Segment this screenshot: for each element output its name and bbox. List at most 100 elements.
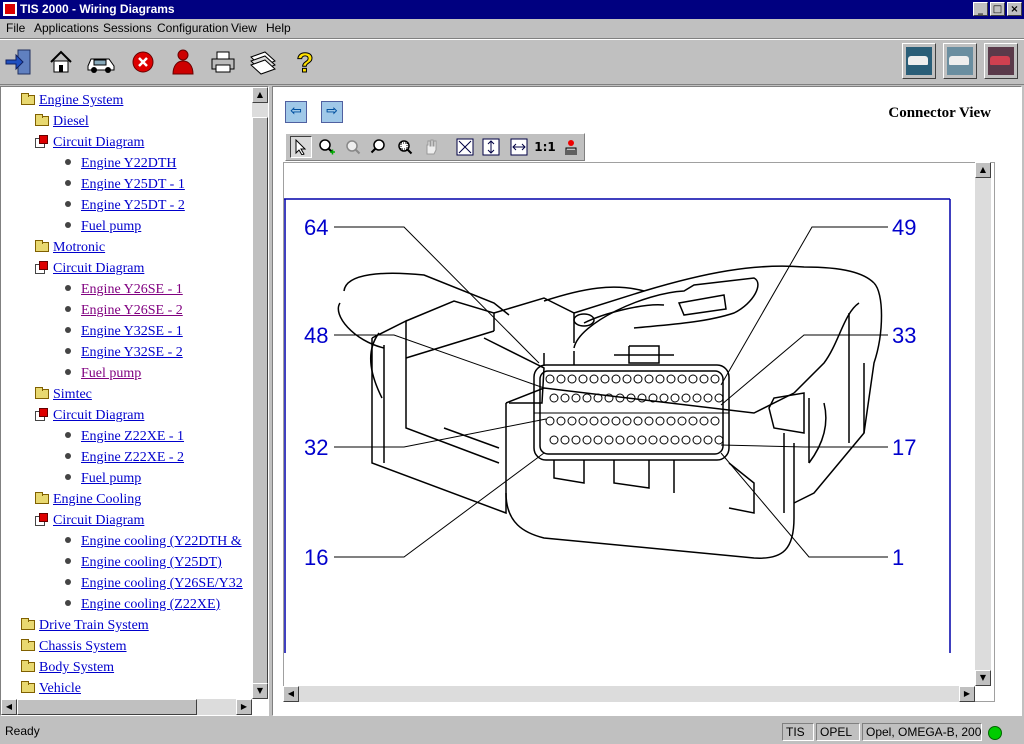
diagram-scroll-right-button[interactable]: ▶	[959, 686, 975, 702]
tree-item-label[interactable]: Engine Y26SE - 2	[81, 303, 183, 318]
tree-item[interactable]: Diesel	[35, 112, 89, 132]
car-front-icon[interactable]	[902, 43, 936, 79]
highlight-icon[interactable]	[560, 136, 582, 158]
tree-item[interactable]: Vehicle	[21, 679, 81, 699]
tree-item[interactable]: Engine System	[21, 91, 123, 111]
tree-item-label[interactable]: Chassis System	[39, 639, 127, 654]
tree-item[interactable]: Engine Cooling	[35, 490, 141, 510]
close-button[interactable]: ×	[1007, 2, 1022, 16]
user-icon[interactable]	[166, 44, 200, 80]
tree-item-label[interactable]: Diesel	[53, 114, 89, 129]
notes-icon[interactable]	[246, 44, 280, 80]
zoom-icon[interactable]	[368, 136, 390, 158]
diagram-horizontal-scrollbar[interactable]: ◀ ▶	[283, 686, 975, 702]
tree-item-label[interactable]: Circuit Diagram	[53, 135, 144, 150]
menu-applications[interactable]: Applications	[34, 21, 99, 36]
tree-item[interactable]: Engine Y26SE - 1	[65, 280, 183, 300]
tree-item[interactable]: Fuel pump	[65, 364, 141, 384]
zoom-area-icon[interactable]	[394, 136, 416, 158]
tree-item[interactable]: Engine Y26SE - 2	[65, 301, 183, 321]
tree-item[interactable]: Circuit Diagram	[35, 259, 144, 279]
tree-item-label[interactable]: Circuit Diagram	[53, 513, 144, 528]
menu-file[interactable]: File	[6, 21, 25, 36]
tree-item[interactable]: Fuel pump	[65, 469, 141, 489]
scroll-up-button[interactable]: ▲	[252, 87, 268, 103]
tree-item-label[interactable]: Engine Cooling	[53, 492, 141, 507]
tree-item-label[interactable]: Circuit Diagram	[53, 408, 144, 423]
tree-item[interactable]: Drive Train System	[21, 616, 149, 636]
tree-item-label[interactable]: Simtec	[53, 387, 92, 402]
tree-item-label[interactable]: Engine cooling (Y26SE/Y32	[81, 576, 243, 591]
tree-item-label[interactable]: Engine System	[39, 93, 123, 108]
tree-item[interactable]: Engine cooling (Y22DTH &	[65, 532, 242, 552]
tree-item-label[interactable]: Drive Train System	[39, 618, 149, 633]
tree-item[interactable]: Engine Y22DTH	[65, 154, 177, 174]
help-icon[interactable]: ?	[288, 44, 322, 80]
menu-configuration[interactable]: Configuration	[157, 21, 228, 36]
tree-item-label[interactable]: Engine Y25DT - 1	[81, 177, 185, 192]
tree-item[interactable]: Circuit Diagram	[35, 133, 144, 153]
stop-icon[interactable]	[126, 44, 160, 80]
tree-item[interactable]: Body System	[21, 658, 114, 678]
scroll-left-button[interactable]: ◀	[1, 699, 17, 715]
tree-item[interactable]: Circuit Diagram	[35, 511, 144, 531]
tree-item[interactable]: Engine Z22XE - 1	[65, 427, 184, 447]
diagram-canvas[interactable]: 64 49 48 33 32 17 16 1	[283, 162, 995, 702]
maximize-button[interactable]: □	[990, 2, 1005, 16]
menu-view[interactable]: View	[231, 21, 257, 36]
tree-item[interactable]: Engine Y32SE - 1	[65, 322, 183, 342]
tree-item-label[interactable]: Engine Y32SE - 2	[81, 345, 183, 360]
scale-1-1[interactable]: 1:1	[534, 136, 556, 158]
tree-item-label[interactable]: Engine cooling (Z22XE)	[81, 597, 220, 612]
hscroll-thumb[interactable]	[17, 699, 197, 715]
tree-item[interactable]: Chassis System	[21, 637, 127, 657]
arrow-left-icon[interactable]: ⇦	[285, 101, 307, 123]
scroll-down-button[interactable]: ▼	[252, 683, 268, 699]
diagram-scroll-left-button[interactable]: ◀	[283, 686, 299, 702]
tree-item-label[interactable]: Engine Z22XE - 2	[81, 450, 184, 465]
tree-item[interactable]: Engine Z22XE - 2	[65, 448, 184, 468]
tree-item[interactable]: Engine cooling (Y26SE/Y32	[65, 574, 243, 594]
tree-item-label[interactable]: Motronic	[53, 240, 105, 255]
tree-item[interactable]: Engine Y25DT - 2	[65, 196, 185, 216]
tree-item-label[interactable]: Engine Z22XE - 1	[81, 429, 184, 444]
tree-item-label[interactable]: Fuel pump	[81, 366, 141, 381]
tree-item-label[interactable]: Engine Y22DTH	[81, 156, 177, 171]
tree-item-label[interactable]: Fuel pump	[81, 219, 141, 234]
tree-item[interactable]: Simtec	[35, 385, 92, 405]
car-rear-icon[interactable]	[984, 43, 1018, 79]
zoom-in-icon[interactable]	[316, 136, 338, 158]
minimize-button[interactable]: _	[973, 2, 988, 16]
tree-vertical-scrollbar[interactable]: ▲ ▼	[252, 87, 268, 699]
tree-item-label[interactable]: Vehicle	[39, 681, 81, 696]
fit-window-icon[interactable]	[454, 136, 476, 158]
tree-item[interactable]: Circuit Diagram	[35, 406, 144, 426]
exit-icon[interactable]	[2, 44, 36, 80]
tree-item-label[interactable]: Fuel pump	[81, 471, 141, 486]
tree-item-label[interactable]: Engine cooling (Y22DTH &	[81, 534, 242, 549]
tree-item-label[interactable]: Engine Y25DT - 2	[81, 198, 185, 213]
tree-item-label[interactable]: Engine Y26SE - 1	[81, 282, 183, 297]
diagram-scroll-up-button[interactable]: ▲	[975, 162, 991, 178]
fit-width-icon[interactable]	[508, 136, 530, 158]
scroll-thumb[interactable]	[252, 117, 268, 687]
tree-item[interactable]: Engine cooling (Y25DT)	[65, 553, 222, 573]
fit-height-icon[interactable]	[480, 136, 502, 158]
pan-icon[interactable]	[420, 136, 442, 158]
tree-item[interactable]: Engine Y25DT - 1	[65, 175, 185, 195]
tree-item-label[interactable]: Engine Y32SE - 1	[81, 324, 183, 339]
menu-sessions[interactable]: Sessions	[103, 21, 152, 36]
print-icon[interactable]	[206, 44, 240, 80]
tree-item[interactable]: Fuel pump	[65, 217, 141, 237]
zoom-out-icon[interactable]	[342, 136, 364, 158]
diagram-vertical-scrollbar[interactable]: ▲ ▼	[975, 162, 991, 686]
tree-item[interactable]: Motronic	[35, 238, 105, 258]
tree-item-label[interactable]: Engine cooling (Y25DT)	[81, 555, 222, 570]
tree-item[interactable]: Engine Y32SE - 2	[65, 343, 183, 363]
tree-horizontal-scrollbar[interactable]: ◀ ▶	[1, 699, 252, 715]
home-icon[interactable]	[44, 44, 78, 80]
pointer-icon[interactable]	[290, 136, 312, 158]
menu-help[interactable]: Help	[266, 21, 291, 36]
scroll-right-button[interactable]: ▶	[236, 699, 252, 715]
tree-item-label[interactable]: Body System	[39, 660, 114, 675]
